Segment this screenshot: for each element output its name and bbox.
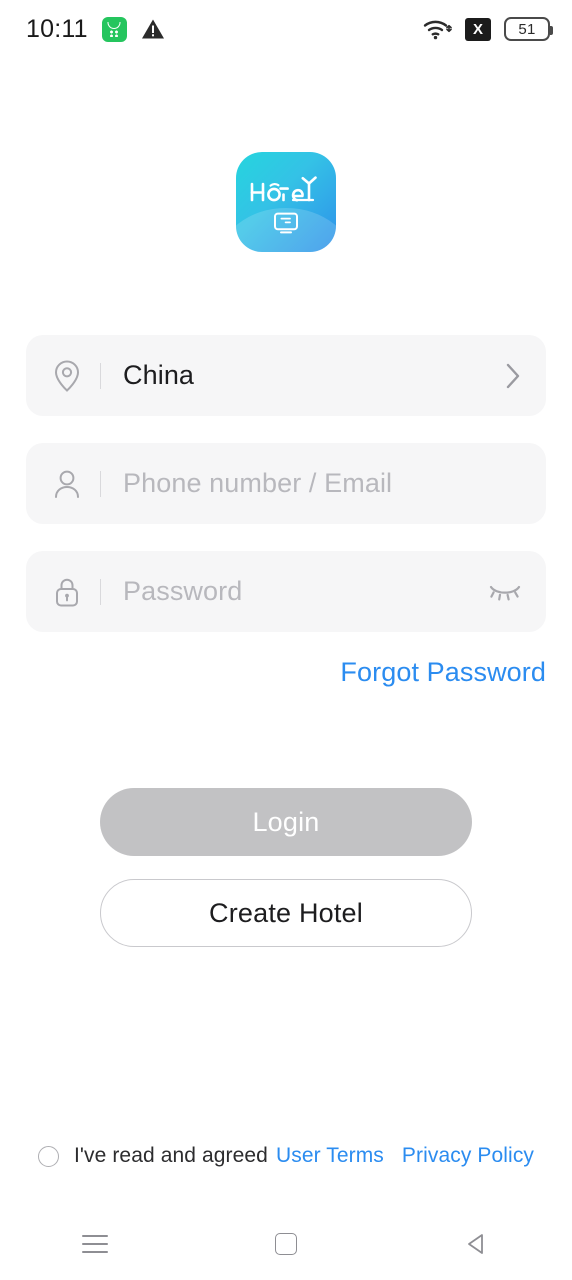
login-button[interactable]: Login <box>100 788 472 856</box>
recents-button[interactable] <box>0 1208 191 1280</box>
eye-closed-icon[interactable] <box>488 580 522 604</box>
user-terms-link[interactable]: User Terms <box>276 1144 384 1168</box>
monitor-screen-icon <box>274 212 298 233</box>
location-pin-icon <box>52 359 92 393</box>
account-input[interactable]: Phone number / Email <box>123 468 522 499</box>
login-screen: 10:11 X 51 China Phone number / Email Pa… <box>0 0 572 1280</box>
wifi-icon <box>423 20 452 40</box>
forgot-password-row: Forgot Password <box>0 657 572 688</box>
account-field[interactable]: Phone number / Email <box>26 443 546 524</box>
battery-level-label: 51 <box>518 20 536 38</box>
password-field[interactable]: Password <box>26 551 546 632</box>
status-bar-right: X 51 <box>422 17 553 41</box>
create-hotel-button[interactable]: Create Hotel <box>100 879 472 947</box>
status-bar: 10:11 X 51 <box>0 0 572 58</box>
android-navigation-bar <box>0 1208 572 1280</box>
user-icon <box>52 467 92 501</box>
status-bar-left: 10:11 <box>26 15 165 44</box>
agreement-row: I've read and agreed User Terms Privacy … <box>0 1144 572 1168</box>
agreement-text: I've read and agreed <box>73 1144 268 1167</box>
password-input[interactable]: Password <box>123 576 488 607</box>
no-sim-glyph: X <box>472 20 483 38</box>
recents-icon <box>82 1235 109 1253</box>
lock-icon <box>52 575 92 609</box>
hotel-wordmark-icon <box>250 175 317 201</box>
country-value: China <box>123 360 195 390</box>
green-app-notification-icon <box>101 16 127 42</box>
field-divider <box>100 578 101 605</box>
app-logo <box>236 152 336 252</box>
warning-triangle-icon <box>141 19 164 39</box>
back-button[interactable] <box>381 1208 572 1280</box>
field-divider <box>100 362 101 389</box>
home-icon <box>275 1233 297 1255</box>
app-logo-container <box>0 152 572 252</box>
country-selector-field[interactable]: China <box>26 335 546 416</box>
chevron-right-icon[interactable] <box>488 361 522 391</box>
home-button[interactable] <box>191 1208 382 1280</box>
status-bar-clock: 10:11 <box>26 14 88 43</box>
battery-icon: 51 <box>504 17 553 41</box>
field-divider <box>100 470 101 497</box>
forgot-password-link[interactable]: Forgot Password <box>340 657 546 688</box>
privacy-policy-link[interactable]: Privacy Policy <box>402 1144 534 1168</box>
no-sim-icon: X <box>465 17 491 41</box>
agreement-checkbox[interactable] <box>37 1145 59 1167</box>
back-icon <box>467 1234 483 1254</box>
